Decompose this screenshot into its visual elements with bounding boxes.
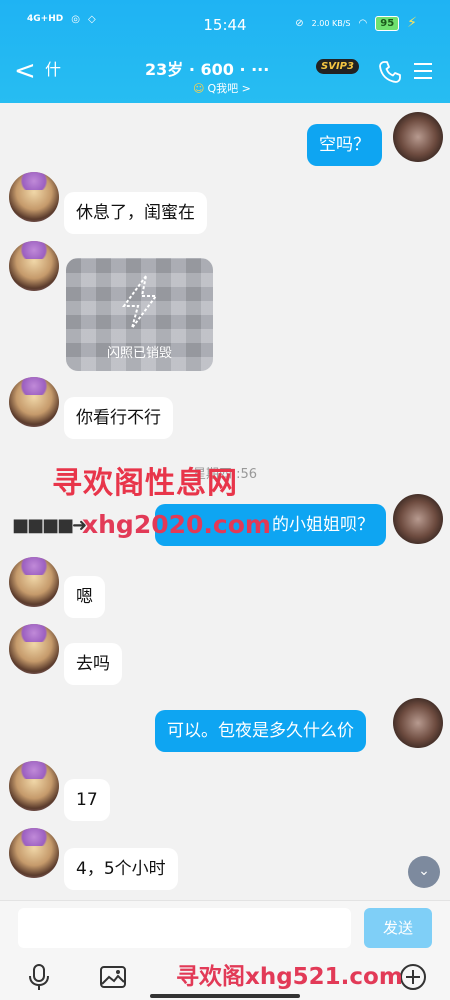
message-bubble[interactable]: 4，5个小时: [64, 848, 178, 890]
message-bubble[interactable]: 你看行不行: [64, 397, 173, 439]
smile-icon: ☺: [193, 81, 205, 95]
subtitle-label: Q我吧 >: [207, 82, 251, 95]
charging-icon: ⚡: [407, 15, 417, 31]
message-bubble[interactable]: 17: [64, 779, 110, 821]
net-speed: 2.00 KB/S: [311, 18, 351, 28]
wifi-icon: ◠: [358, 17, 368, 29]
message-bubble[interactable]: 空吗？: [307, 124, 382, 166]
flash-photo-label: 闪照已销毁: [106, 346, 172, 361]
watermark-bottom: 寻欢阁xhg521.com: [176, 964, 403, 990]
mic-icon[interactable]: [24, 962, 54, 992]
arrow-icon: ■■■■➜: [12, 515, 87, 536]
contact-name[interactable]: 什: [45, 56, 61, 80]
chat-header: 4G+HD ◎ ◇ 15:44 ⊘ 2.00 KB/S ◠ 95 ⚡ < 什 2…: [0, 0, 450, 103]
menu-icon[interactable]: [414, 63, 432, 79]
chevron-down-icon[interactable]: ⌄: [408, 856, 440, 888]
avatar-contact[interactable]: [9, 828, 59, 878]
nav-bar: < 什 23岁 · 600 · ··· ☺ Q我吧 > SVIP3: [0, 48, 450, 103]
home-indicator: [150, 994, 300, 998]
message-bubble[interactable]: 去吗: [64, 643, 122, 685]
message-input[interactable]: [18, 908, 351, 948]
status-right: ⊘ 2.00 KB/S ◠ 95 ⚡: [295, 15, 417, 31]
image-icon[interactable]: [98, 962, 128, 992]
watermark-middle: xhg2020.com: [82, 510, 271, 539]
flash-photo[interactable]: 闪照已销毁: [66, 258, 213, 371]
watermark-top: 寻欢阁性息网: [52, 466, 238, 501]
contact-meta[interactable]: 23岁 · 600 · ···: [145, 56, 269, 80]
avatar-self[interactable]: [393, 698, 443, 748]
phone-icon[interactable]: [378, 60, 402, 84]
contact-subtitle[interactable]: ☺ Q我吧 >: [193, 80, 251, 96]
avatar-contact[interactable]: [9, 172, 59, 222]
message-bubble[interactable]: 可以。包夜是多久什么价: [155, 710, 366, 752]
message-bubble[interactable]: 嗯: [64, 576, 105, 618]
avatar-contact[interactable]: [9, 624, 59, 674]
vip-badge[interactable]: SVIP3: [316, 59, 359, 74]
mute-icon: ⊘: [295, 17, 304, 29]
avatar-contact[interactable]: [9, 241, 59, 291]
avatar-contact[interactable]: [9, 761, 59, 811]
avatar-self[interactable]: [393, 494, 443, 544]
avatar-contact[interactable]: [9, 557, 59, 607]
flash-icon: [122, 275, 158, 329]
status-bar: 4G+HD ◎ ◇ 15:44 ⊘ 2.00 KB/S ◠ 95 ⚡: [0, 0, 450, 48]
battery-level: 95: [375, 15, 400, 31]
avatar-self[interactable]: [393, 112, 443, 162]
avatar-contact[interactable]: [9, 377, 59, 427]
send-button[interactable]: 发送: [364, 908, 432, 948]
back-icon[interactable]: <: [14, 58, 36, 84]
message-bubble[interactable]: 休息了，闺蜜在: [64, 192, 207, 234]
